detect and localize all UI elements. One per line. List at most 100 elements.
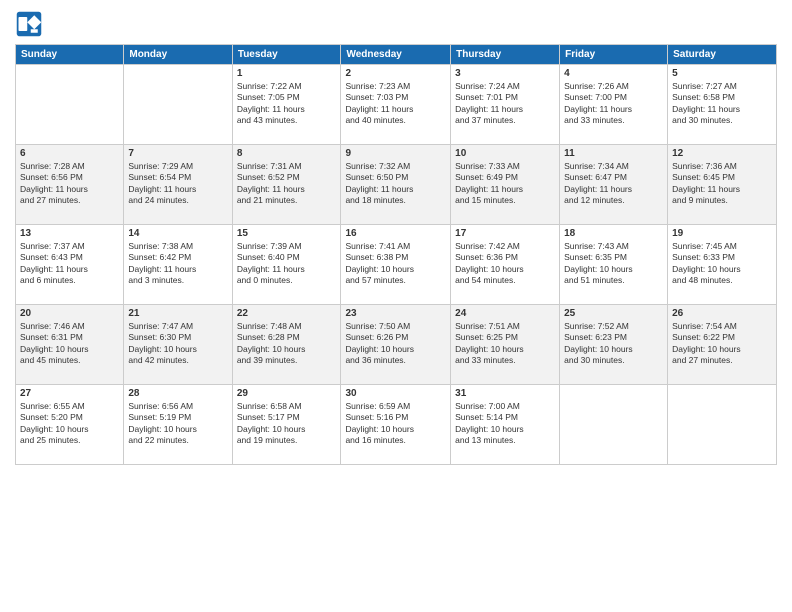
day-number: 30 xyxy=(345,388,446,399)
calendar-week-row: 1 Sunrise: 7:22 AM Sunset: 7:05 PM Daylig… xyxy=(16,65,777,145)
calendar-cell: 11 Sunrise: 7:34 AM Sunset: 6:47 PM Dayli… xyxy=(560,145,668,225)
calendar-week-row: 6 Sunrise: 7:28 AM Sunset: 6:56 PM Daylig… xyxy=(16,145,777,225)
day-info: Sunrise: 7:37 AM Sunset: 6:43 PM Dayligh… xyxy=(20,241,119,287)
day-info: Sunrise: 6:59 AM Sunset: 5:16 PM Dayligh… xyxy=(345,401,446,447)
calendar-cell: 23 Sunrise: 7:50 AM Sunset: 6:26 PM Dayli… xyxy=(341,305,451,385)
day-number: 7 xyxy=(128,148,227,159)
calendar-cell: 6 Sunrise: 7:28 AM Sunset: 6:56 PM Daylig… xyxy=(16,145,124,225)
day-info: Sunrise: 7:36 AM Sunset: 6:45 PM Dayligh… xyxy=(672,161,772,207)
calendar-cell: 5Sunrise: 7:27 AM Sunset: 6:58 PM Daylig… xyxy=(668,65,777,145)
calendar-cell: 1 Sunrise: 7:22 AM Sunset: 7:05 PM Daylig… xyxy=(232,65,341,145)
calendar-cell: 22 Sunrise: 7:48 AM Sunset: 6:28 PM Dayli… xyxy=(232,305,341,385)
day-number: 27 xyxy=(20,388,119,399)
weekday-header: Thursday xyxy=(451,45,560,65)
day-number: 22 xyxy=(237,308,337,319)
calendar-cell xyxy=(560,385,668,465)
day-info: Sunrise: 7:31 AM Sunset: 6:52 PM Dayligh… xyxy=(237,161,337,207)
calendar-cell: 31Sunrise: 7:00 AM Sunset: 5:14 PM Dayli… xyxy=(451,385,560,465)
day-info: Sunrise: 6:56 AM Sunset: 5:19 PM Dayligh… xyxy=(128,401,227,447)
day-number: 28 xyxy=(128,388,227,399)
calendar-cell: 25 Sunrise: 7:52 AM Sunset: 6:23 PM Dayli… xyxy=(560,305,668,385)
day-number: 13 xyxy=(20,228,119,239)
calendar-cell: 20 Sunrise: 7:46 AM Sunset: 6:31 PM Dayli… xyxy=(16,305,124,385)
day-number: 15 xyxy=(237,228,337,239)
day-info: Sunrise: 7:47 AM Sunset: 6:30 PM Dayligh… xyxy=(128,321,227,367)
calendar-cell: 27 Sunrise: 6:55 AM Sunset: 5:20 PM Dayli… xyxy=(16,385,124,465)
day-info: Sunrise: 7:24 AM Sunset: 7:01 PM Dayligh… xyxy=(455,81,555,127)
weekday-header: Friday xyxy=(560,45,668,65)
day-info: Sunrise: 7:23 AM Sunset: 7:03 PM Dayligh… xyxy=(345,81,446,127)
day-info: Sunrise: 7:48 AM Sunset: 6:28 PM Dayligh… xyxy=(237,321,337,367)
calendar-cell: 28 Sunrise: 6:56 AM Sunset: 5:19 PM Dayli… xyxy=(124,385,232,465)
calendar-cell: 18Sunrise: 7:43 AM Sunset: 6:35 PM Dayli… xyxy=(560,225,668,305)
weekday-header: Wednesday xyxy=(341,45,451,65)
calendar-cell xyxy=(16,65,124,145)
day-info: Sunrise: 7:52 AM Sunset: 6:23 PM Dayligh… xyxy=(564,321,663,367)
day-number: 2 xyxy=(345,68,446,79)
weekday-header: Sunday xyxy=(16,45,124,65)
calendar-week-row: 13 Sunrise: 7:37 AM Sunset: 6:43 PM Dayli… xyxy=(16,225,777,305)
day-number: 5 xyxy=(672,68,772,79)
calendar-cell: 26 Sunrise: 7:54 AM Sunset: 6:22 PM Dayli… xyxy=(668,305,777,385)
calendar-header-row: SundayMondayTuesdayWednesdayThursdayFrid… xyxy=(16,45,777,65)
calendar-cell: 2 Sunrise: 7:23 AM Sunset: 7:03 PM Daylig… xyxy=(341,65,451,145)
day-number: 29 xyxy=(237,388,337,399)
day-info: Sunrise: 7:43 AM Sunset: 6:35 PM Dayligh… xyxy=(564,241,663,287)
calendar-cell: 19Sunrise: 7:45 AM Sunset: 6:33 PM Dayli… xyxy=(668,225,777,305)
calendar-cell: 21 Sunrise: 7:47 AM Sunset: 6:30 PM Dayli… xyxy=(124,305,232,385)
day-info: Sunrise: 7:46 AM Sunset: 6:31 PM Dayligh… xyxy=(20,321,119,367)
day-number: 24 xyxy=(455,308,555,319)
day-info: Sunrise: 6:58 AM Sunset: 5:17 PM Dayligh… xyxy=(237,401,337,447)
day-info: Sunrise: 7:38 AM Sunset: 6:42 PM Dayligh… xyxy=(128,241,227,287)
day-number: 1 xyxy=(237,68,337,79)
day-info: Sunrise: 7:00 AM Sunset: 5:14 PM Dayligh… xyxy=(455,401,555,447)
calendar-cell: 8 Sunrise: 7:31 AM Sunset: 6:52 PM Daylig… xyxy=(232,145,341,225)
calendar-week-row: 20 Sunrise: 7:46 AM Sunset: 6:31 PM Dayli… xyxy=(16,305,777,385)
day-info: Sunrise: 7:34 AM Sunset: 6:47 PM Dayligh… xyxy=(564,161,663,207)
weekday-header: Tuesday xyxy=(232,45,341,65)
day-number: 26 xyxy=(672,308,772,319)
calendar-cell: 7Sunrise: 7:29 AM Sunset: 6:54 PM Daylig… xyxy=(124,145,232,225)
day-info: Sunrise: 7:32 AM Sunset: 6:50 PM Dayligh… xyxy=(345,161,446,207)
logo-icon xyxy=(15,10,43,38)
calendar-cell xyxy=(668,385,777,465)
calendar-cell: 29 Sunrise: 6:58 AM Sunset: 5:17 PM Dayli… xyxy=(232,385,341,465)
calendar-cell: 4 Sunrise: 7:26 AM Sunset: 7:00 PM Daylig… xyxy=(560,65,668,145)
calendar-cell: 30 Sunrise: 6:59 AM Sunset: 5:16 PM Dayli… xyxy=(341,385,451,465)
day-info: Sunrise: 7:50 AM Sunset: 6:26 PM Dayligh… xyxy=(345,321,446,367)
day-number: 17 xyxy=(455,228,555,239)
weekday-header: Monday xyxy=(124,45,232,65)
day-number: 8 xyxy=(237,148,337,159)
day-info: Sunrise: 7:22 AM Sunset: 7:05 PM Dayligh… xyxy=(237,81,337,127)
day-number: 16 xyxy=(345,228,446,239)
calendar-cell: 3 Sunrise: 7:24 AM Sunset: 7:01 PM Daylig… xyxy=(451,65,560,145)
day-number: 23 xyxy=(345,308,446,319)
calendar-cell: 15 Sunrise: 7:39 AM Sunset: 6:40 PM Dayli… xyxy=(232,225,341,305)
day-number: 6 xyxy=(20,148,119,159)
calendar-cell: 12 Sunrise: 7:36 AM Sunset: 6:45 PM Dayli… xyxy=(668,145,777,225)
calendar-cell: 13 Sunrise: 7:37 AM Sunset: 6:43 PM Dayli… xyxy=(16,225,124,305)
day-number: 4 xyxy=(564,68,663,79)
calendar-cell: 16 Sunrise: 7:41 AM Sunset: 6:38 PM Dayli… xyxy=(341,225,451,305)
day-info: Sunrise: 7:51 AM Sunset: 6:25 PM Dayligh… xyxy=(455,321,555,367)
calendar-cell: 24 Sunrise: 7:51 AM Sunset: 6:25 PM Dayli… xyxy=(451,305,560,385)
day-number: 10 xyxy=(455,148,555,159)
day-number: 20 xyxy=(20,308,119,319)
day-info: Sunrise: 6:55 AM Sunset: 5:20 PM Dayligh… xyxy=(20,401,119,447)
day-info: Sunrise: 7:26 AM Sunset: 7:00 PM Dayligh… xyxy=(564,81,663,127)
day-number: 25 xyxy=(564,308,663,319)
day-info: Sunrise: 7:28 AM Sunset: 6:56 PM Dayligh… xyxy=(20,161,119,207)
day-number: 3 xyxy=(455,68,555,79)
day-info: Sunrise: 7:54 AM Sunset: 6:22 PM Dayligh… xyxy=(672,321,772,367)
day-info: Sunrise: 7:39 AM Sunset: 6:40 PM Dayligh… xyxy=(237,241,337,287)
day-number: 21 xyxy=(128,308,227,319)
header xyxy=(15,10,777,38)
day-number: 19 xyxy=(672,228,772,239)
page: SundayMondayTuesdayWednesdayThursdayFrid… xyxy=(0,0,792,612)
day-number: 11 xyxy=(564,148,663,159)
calendar-cell: 10 Sunrise: 7:33 AM Sunset: 6:49 PM Dayli… xyxy=(451,145,560,225)
day-info: Sunrise: 7:41 AM Sunset: 6:38 PM Dayligh… xyxy=(345,241,446,287)
calendar-cell: 17Sunrise: 7:42 AM Sunset: 6:36 PM Dayli… xyxy=(451,225,560,305)
day-number: 12 xyxy=(672,148,772,159)
day-info: Sunrise: 7:33 AM Sunset: 6:49 PM Dayligh… xyxy=(455,161,555,207)
